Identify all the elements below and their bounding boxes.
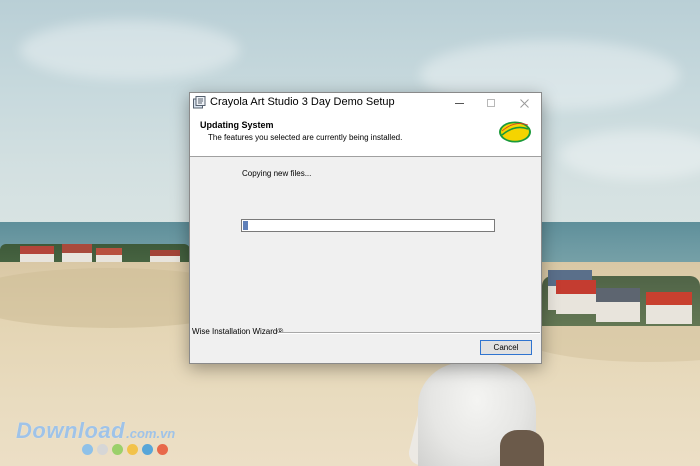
watermark: Download .com.vn <box>16 418 175 444</box>
setup-window: Crayola Art Studio 3 Day Demo Setup Upda… <box>189 92 542 364</box>
watermark-dot <box>127 444 138 455</box>
watermark-dot <box>142 444 153 455</box>
house <box>596 288 640 322</box>
watermark-dot <box>97 444 108 455</box>
maximize-button[interactable] <box>475 93 507 113</box>
watermark-dots <box>82 444 168 455</box>
watermark-dot <box>82 444 93 455</box>
watermark-dot <box>112 444 123 455</box>
watermark-dot <box>157 444 168 455</box>
minimize-icon <box>454 102 464 104</box>
cloud <box>20 20 240 80</box>
person-hair <box>500 430 544 466</box>
watermark-main: Download <box>16 418 126 443</box>
maximize-icon <box>487 99 495 107</box>
house <box>646 292 692 324</box>
crayola-logo <box>499 121 531 143</box>
watermark-suffix: .com.vn <box>126 426 176 441</box>
separator <box>278 332 540 334</box>
installer-icon <box>193 96 206 109</box>
close-button[interactable] <box>508 93 540 113</box>
minimize-button[interactable] <box>443 93 475 113</box>
status-text: Copying new files... <box>242 169 312 178</box>
progress-fill <box>243 221 248 230</box>
header-panel: Updating System The features you selecte… <box>190 113 541 157</box>
title-bar[interactable]: Crayola Art Studio 3 Day Demo Setup <box>190 93 541 113</box>
branding-label: Wise Installation Wizard® <box>192 327 284 336</box>
cancel-button[interactable]: Cancel <box>480 340 532 355</box>
progress-bar <box>241 219 495 232</box>
close-icon <box>519 98 529 108</box>
header-description: The features you selected are currently … <box>208 133 403 142</box>
header-title: Updating System <box>200 120 274 130</box>
window-title: Crayola Art Studio 3 Day Demo Setup <box>210 96 395 108</box>
house <box>556 280 596 314</box>
